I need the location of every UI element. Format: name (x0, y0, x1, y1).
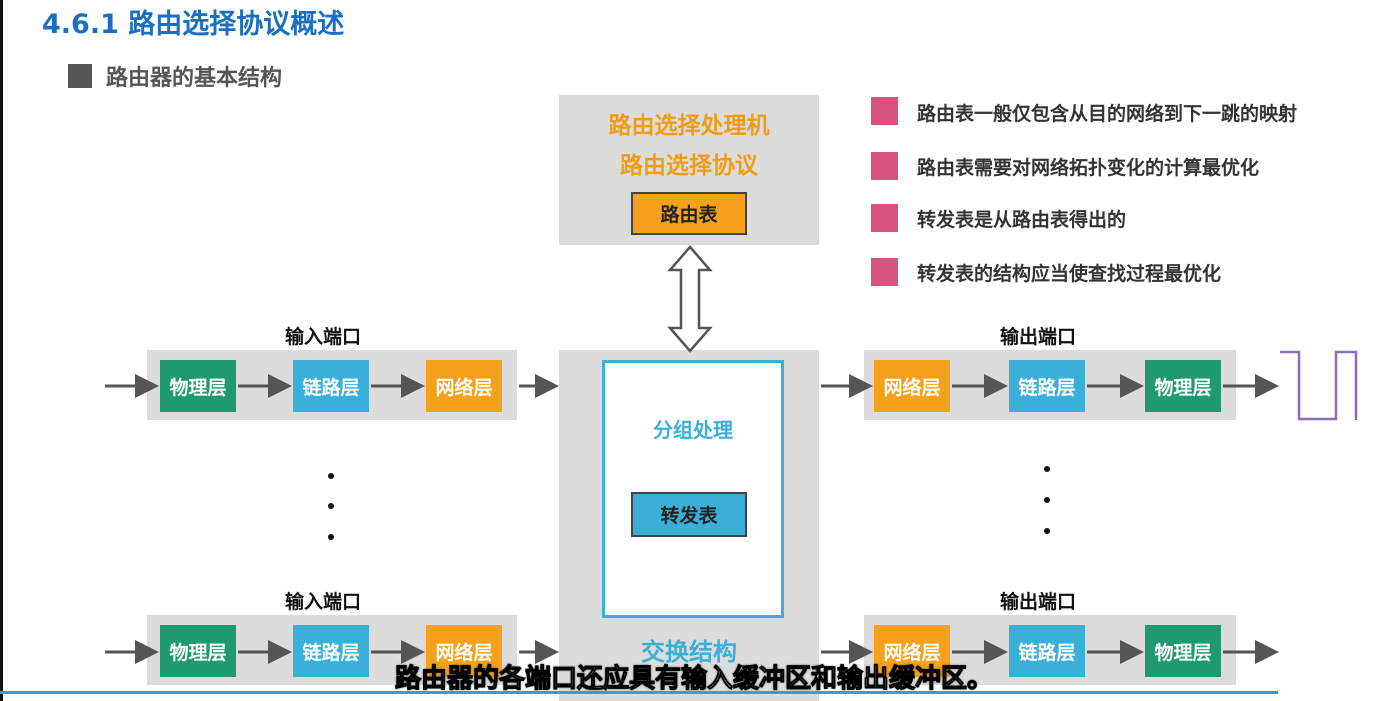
video-caption: 路由器的各端口还应具有输入缓冲区和输出缓冲区。 (394, 664, 993, 695)
double-arrow-icon (667, 245, 713, 353)
bottom-divider (0, 691, 1278, 694)
signal-waveform-icon (1280, 350, 1358, 421)
connector-layer (105, 245, 1358, 664)
